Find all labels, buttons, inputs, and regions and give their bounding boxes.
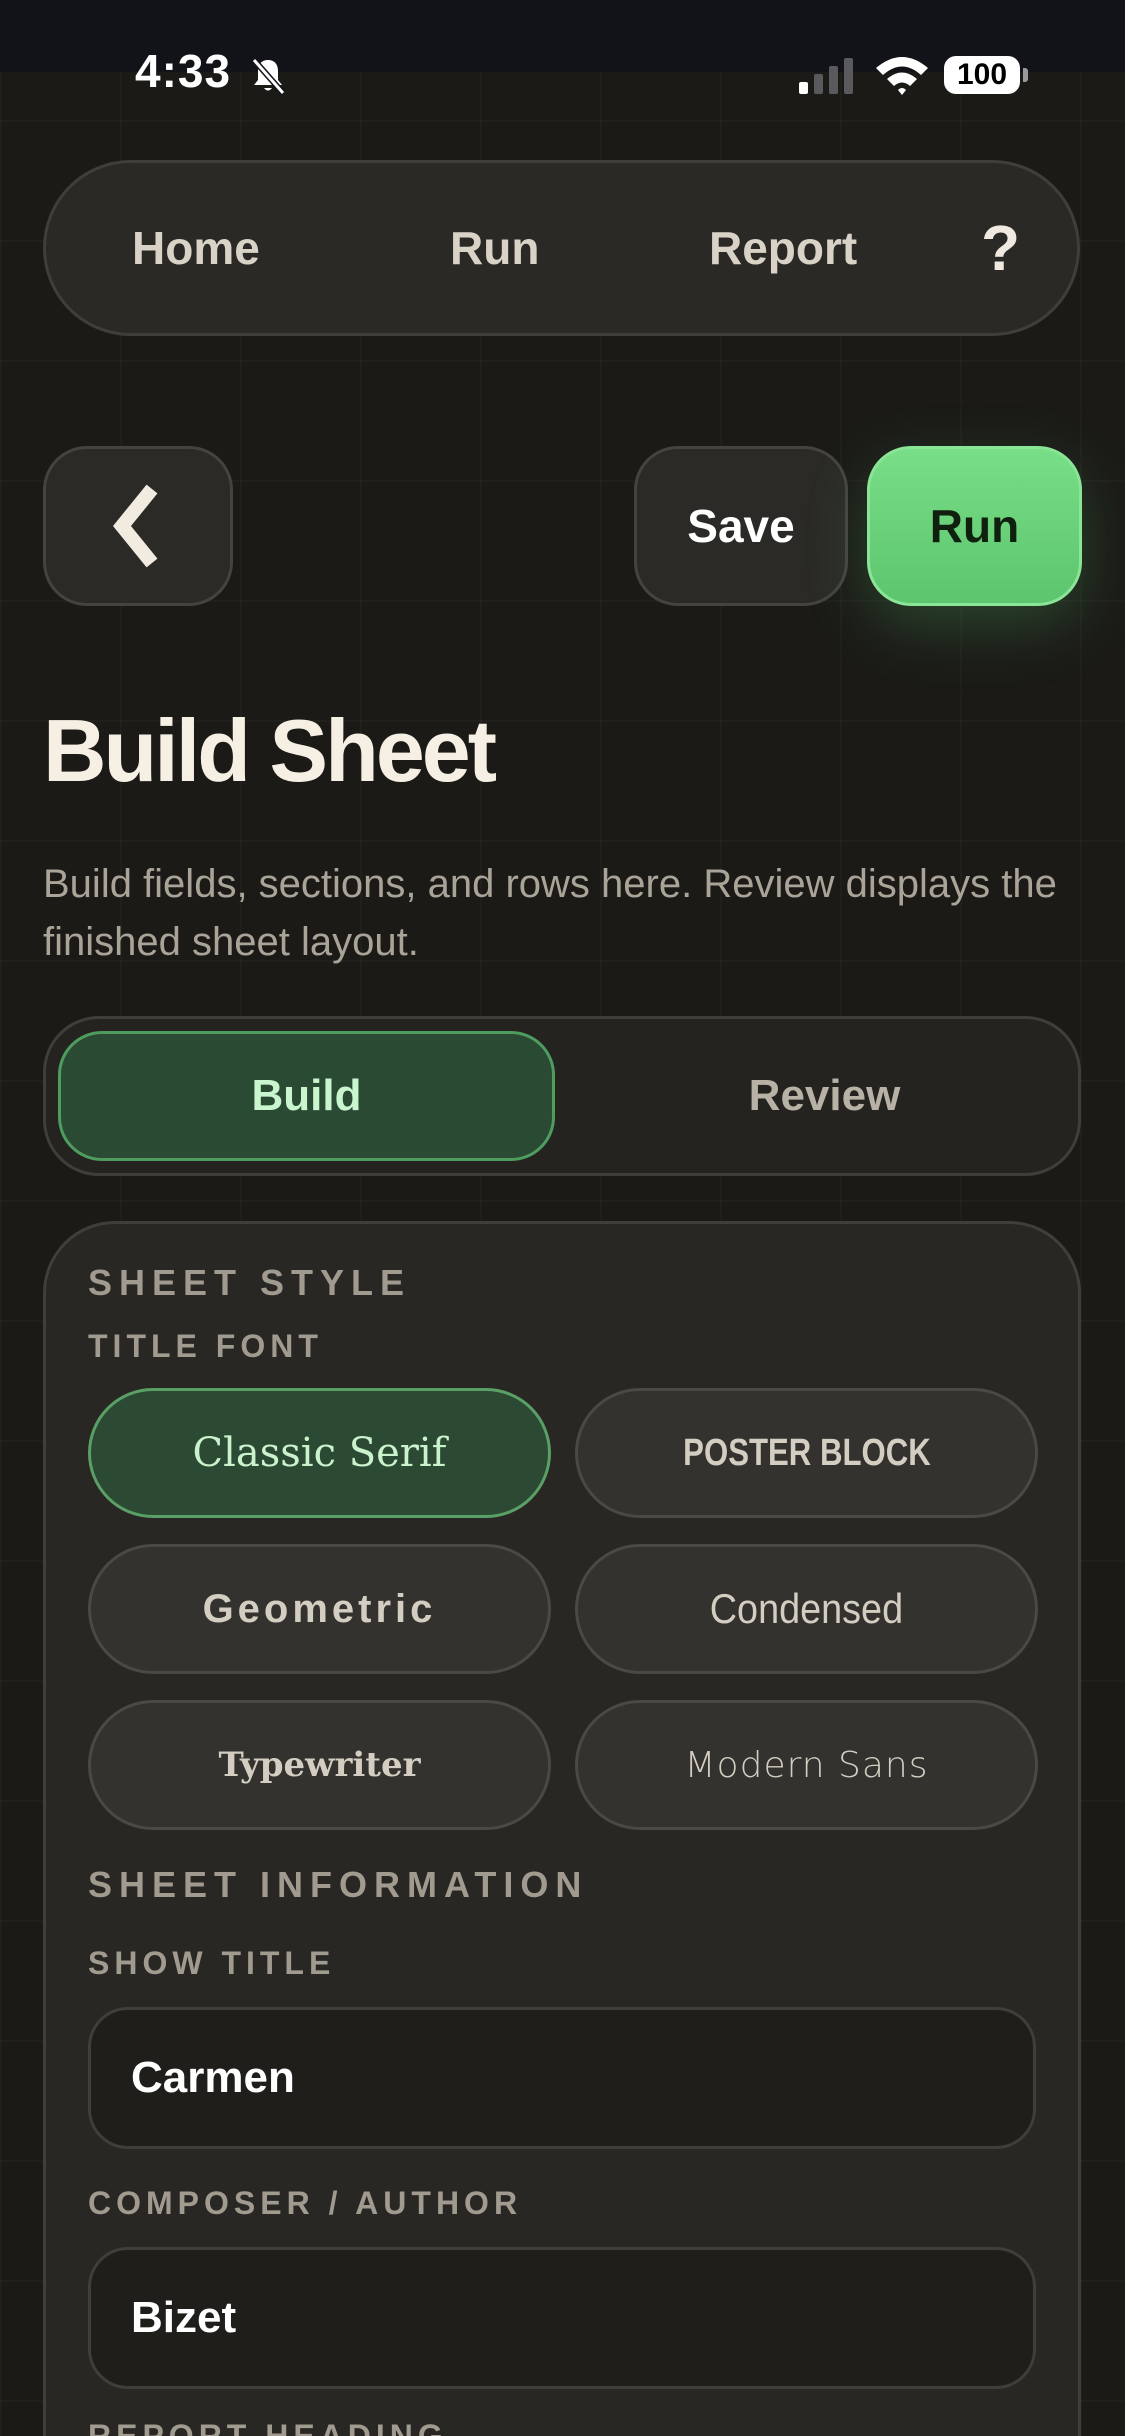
font-chip-condensed[interactable]: Condensed xyxy=(575,1544,1038,1674)
font-chip-classic-serif[interactable]: Classic Serif xyxy=(88,1388,551,1518)
font-chip-label: Modern Sans xyxy=(684,1744,929,1786)
wifi-icon xyxy=(876,57,928,95)
status-bar: 4:33 100 xyxy=(0,0,1125,97)
mode-segment-control: Build Review xyxy=(43,1016,1081,1176)
segment-build[interactable]: Build xyxy=(58,1031,555,1161)
field-label-composer: COMPOSER / AUTHOR xyxy=(88,2185,523,2221)
font-chip-modern-sans[interactable]: Modern Sans xyxy=(575,1700,1038,1830)
chevron-left-icon xyxy=(112,484,158,568)
field-label-report-heading: REPORT HEADING xyxy=(88,2418,448,2436)
composer-input[interactable]: Bizet xyxy=(88,2247,1036,2389)
battery-indicator: 100 xyxy=(944,56,1020,94)
section-label-sheet-information: SHEET INFORMATION xyxy=(88,1864,589,1905)
battery-tip xyxy=(1023,68,1028,82)
nav-home[interactable]: Home xyxy=(132,163,260,333)
font-chip-label: Classic Serif xyxy=(192,1430,447,1476)
run-button[interactable]: Run xyxy=(867,446,1082,606)
page: 4:33 100 Home Run Report ? Save Run Buil… xyxy=(0,0,1125,2436)
font-chip-geometric[interactable]: Geometric xyxy=(88,1544,551,1674)
nav-report[interactable]: Report xyxy=(709,163,857,333)
section-label-sheet-style: SHEET STYLE xyxy=(88,1262,412,1303)
page-subtitle: Build fields, sections, and rows here. R… xyxy=(43,862,1057,964)
bell-slash-icon xyxy=(251,58,286,95)
status-time: 4:33 xyxy=(135,45,232,97)
font-chip-label: POSTER BLOCK xyxy=(682,1431,931,1474)
font-chip-label: Geometric xyxy=(202,1586,437,1631)
top-nav: Home Run Report ? xyxy=(43,160,1080,336)
font-chip-typewriter[interactable]: Typewriter xyxy=(88,1700,551,1830)
save-button[interactable]: Save xyxy=(634,446,848,606)
field-label-show-title: SHOW TITLE xyxy=(88,1945,336,1981)
help-button[interactable]: ? xyxy=(981,163,1020,333)
page-title: Build Sheet xyxy=(43,701,497,800)
font-chip-poster-block[interactable]: POSTER BLOCK xyxy=(575,1388,1038,1518)
font-chip-label: Typewriter xyxy=(218,1745,421,1785)
nav-run[interactable]: Run xyxy=(450,163,539,333)
back-button[interactable] xyxy=(43,446,233,606)
font-chip-label: Condensed xyxy=(709,1585,904,1632)
field-label-title-font: TITLE FONT xyxy=(88,1328,323,1364)
segment-review[interactable]: Review xyxy=(576,1031,1073,1161)
cellular-signal-icon xyxy=(799,58,853,94)
show-title-input[interactable]: Carmen xyxy=(88,2007,1036,2149)
